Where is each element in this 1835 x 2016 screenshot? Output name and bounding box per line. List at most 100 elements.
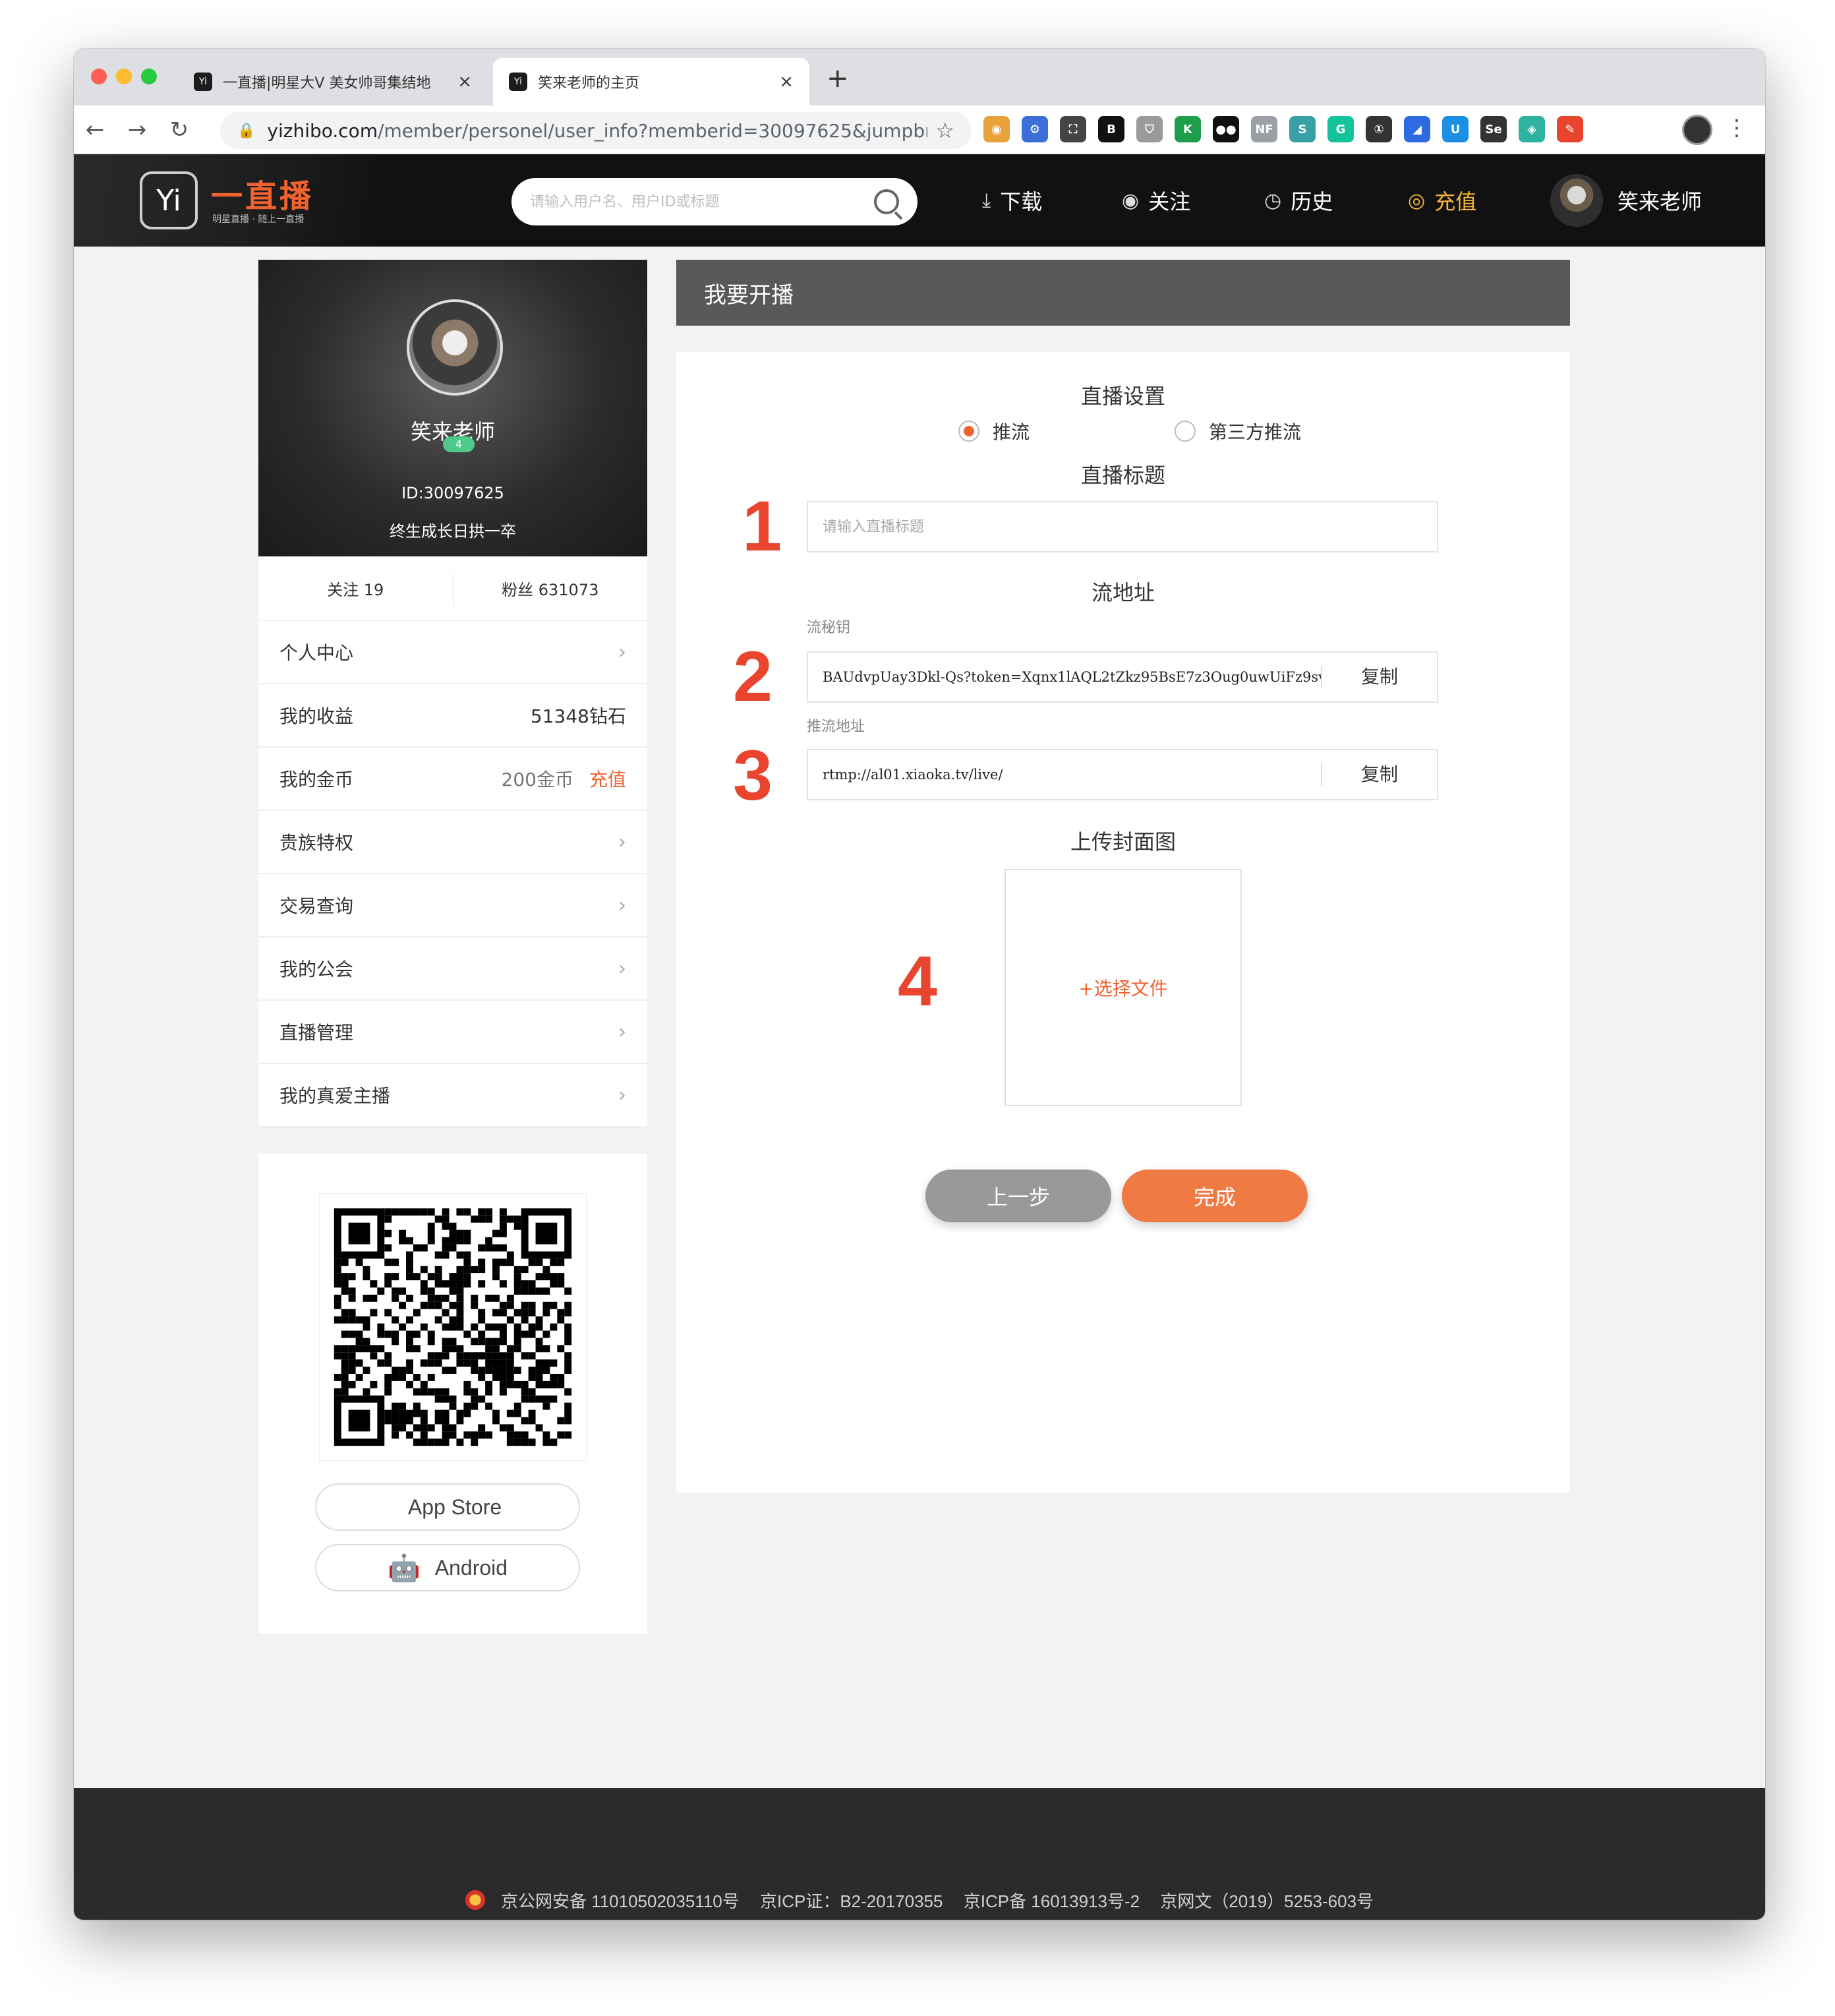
copy-push-url-button[interactable]: 复制 — [1321, 763, 1437, 786]
sidebar-item-label: 我的公会 — [279, 959, 354, 980]
close-window-button[interactable] — [91, 69, 107, 84]
extension-6-icon[interactable]: K — [1175, 116, 1201, 142]
footer-icp-record[interactable]: 京ICP备 16013913号-2 — [964, 1891, 1140, 1911]
copy-stream-key-button[interactable]: 复制 — [1321, 666, 1437, 688]
tab-yizhibo-home[interactable]: Yi 一直播|明星大V 美女帅哥集结地 × — [178, 58, 488, 105]
radio-push[interactable]: 推流 — [958, 418, 1030, 444]
nav-download[interactable]: ⤓ 下载 — [982, 154, 1042, 247]
settings-title: 直播设置 — [1080, 384, 1165, 409]
extension-1-icon[interactable]: ◉ — [983, 116, 1010, 142]
browser-profile-avatar[interactable] — [1682, 115, 1712, 145]
extension-13-icon[interactable]: U — [1442, 116, 1469, 142]
sidebar-item-privileges[interactable]: 贵族特权 › — [258, 811, 647, 874]
sidebar-item-label: 我的金币 — [279, 769, 354, 790]
nav-download-label: 下载 — [1000, 189, 1043, 214]
level-badge: 4 — [443, 436, 475, 452]
extension-5-icon[interactable]: ⛉ — [1136, 116, 1163, 142]
profile-avatar[interactable] — [407, 299, 503, 396]
search-icon[interactable] — [874, 189, 899, 214]
extensions-bar: ◉ ⚙ ⛶ B ⛉ K ●● NF S G ① ◢ U Se ◈ ✎ — [983, 116, 1583, 142]
site-logo[interactable]: Yi 一直播 明星直播 · 随上一直播 — [74, 154, 377, 247]
sidebar-item-earnings[interactable]: 我的收益 51348钻石 — [258, 684, 647, 748]
extension-2-icon[interactable]: ⚙ — [1022, 116, 1048, 142]
nav-follow[interactable]: ◉ 关注 — [1122, 154, 1190, 247]
page-content: 笑来老师 4 ID:30097625 终生成长日拱一卒 关注 19 粉丝 631… — [74, 247, 1765, 1788]
push-url-field: rtmp://al01.xiaoka.tv/live/ 复制 — [807, 749, 1438, 800]
push-url-value[interactable]: rtmp://al01.xiaoka.tv/live/ — [823, 767, 1321, 783]
download-qr-code — [319, 1193, 587, 1461]
sidebar-item-live-manage[interactable]: 直播管理 › — [258, 1001, 647, 1064]
live-form: 直播设置 推流 第三方推流 直播标题 1 流地址 — [676, 352, 1570, 1493]
forward-icon[interactable]: → — [116, 117, 158, 143]
nav-user[interactable]: 笑来老师 — [1550, 154, 1702, 247]
cover-upload-area[interactable]: +选择文件 — [1005, 869, 1242, 1106]
fans-count[interactable]: 粉丝 631073 — [453, 577, 648, 600]
close-tab-icon[interactable]: × — [779, 72, 794, 92]
footer-icp-license[interactable]: 京ICP证：B2-20170355 — [760, 1891, 943, 1911]
logo-mark: Yi — [140, 171, 198, 229]
maximize-window-button[interactable] — [141, 69, 157, 84]
tab-user-profile[interactable]: Yi 笑来老师的主页 × — [493, 58, 809, 105]
extension-4-icon[interactable]: B — [1098, 116, 1124, 142]
choose-file-button[interactable]: +选择文件 — [1078, 974, 1167, 1001]
chevron-right-icon: › — [618, 1083, 626, 1107]
extension-3-icon[interactable]: ⛶ — [1060, 116, 1086, 142]
clock-icon: ◷ — [1264, 189, 1282, 212]
nav-username: 笑来老师 — [1617, 189, 1703, 214]
site-footer: 京公网安备 11010502035110号 京ICP证：B2-20170355 … — [74, 1788, 1765, 1920]
stream-mode-group: 推流 第三方推流 — [676, 418, 1570, 444]
sidebar-item-label: 个人中心 — [279, 642, 354, 664]
push-url-label: 推流地址 — [807, 719, 865, 735]
live-title-input[interactable] — [823, 518, 1437, 535]
profile-card: 笑来老师 4 ID:30097625 终生成长日拱一卒 — [258, 260, 647, 556]
gold-recharge-link[interactable]: 充值 — [589, 765, 626, 792]
logo-text: 一直播 — [211, 178, 314, 215]
lock-icon: 🔒 — [237, 122, 256, 139]
extension-8-icon[interactable]: NF — [1251, 116, 1277, 142]
sidebar-item-personal-center[interactable]: 个人中心 › — [258, 621, 647, 684]
back-icon[interactable]: ← — [74, 117, 116, 143]
previous-step-button[interactable]: 上一步 — [925, 1170, 1111, 1222]
footer-police-record[interactable]: 京公网安备 11010502035110号 — [501, 1891, 740, 1911]
sidebar-item-transactions[interactable]: 交易查询 › — [258, 874, 647, 937]
extension-11-icon[interactable]: ① — [1366, 116, 1392, 142]
stream-key-value[interactable]: BAUdvpUay3Dkl-Qs?token=Xqnx1lAQL2tZkz95B… — [823, 669, 1321, 685]
live-title-field — [807, 501, 1438, 552]
reload-icon[interactable]: ↻ — [158, 117, 200, 143]
minimize-window-button[interactable] — [116, 69, 132, 84]
nav-recharge[interactable]: ◎ 充值 — [1408, 154, 1476, 247]
extension-14-icon[interactable]: Se — [1480, 116, 1507, 142]
browser-menu-icon[interactable]: ⋮ — [1726, 115, 1748, 141]
yizhibo-favicon-icon: Yi — [194, 73, 212, 91]
sidebar-item-gold[interactable]: 我的金币 200金币 充值 — [258, 748, 647, 811]
search-input[interactable] — [530, 193, 874, 210]
sidebar-item-favorite-anchor[interactable]: 我的真爱主播 › — [258, 1064, 647, 1127]
sidebar-item-guild[interactable]: 我的公会 › — [258, 937, 647, 1001]
step-annotation-2: 2 — [733, 636, 773, 716]
android-button[interactable]: 🤖 Android — [315, 1544, 580, 1591]
bookmark-star-icon[interactable]: ☆ — [935, 118, 954, 143]
user-avatar — [1550, 174, 1603, 227]
sidebar-item-label: 我的收益 — [279, 705, 354, 727]
close-tab-icon[interactable]: × — [457, 72, 472, 92]
extension-7-icon[interactable]: ●● — [1213, 116, 1239, 142]
extension-15-icon[interactable]: ◈ — [1519, 116, 1545, 142]
nav-history[interactable]: ◷ 历史 — [1264, 154, 1333, 247]
radio-unchecked-icon — [1175, 421, 1196, 442]
extension-10-icon[interactable]: G — [1327, 116, 1354, 142]
nav-follow-label: 关注 — [1148, 189, 1191, 214]
footer-culture-license[interactable]: 京网文（2019）5253-603号 — [1160, 1891, 1374, 1911]
app-store-button[interactable]: App Store — [315, 1483, 580, 1531]
new-tab-icon[interactable]: + — [827, 63, 849, 94]
extension-16-icon[interactable]: ✎ — [1557, 116, 1583, 142]
done-button[interactable]: 完成 — [1122, 1170, 1308, 1222]
following-count[interactable]: 关注 19 — [258, 577, 453, 600]
step-annotation-1: 1 — [742, 486, 782, 566]
radio-third-party[interactable]: 第三方推流 — [1175, 418, 1301, 444]
yizhibo-favicon-icon: Yi — [509, 73, 527, 91]
extension-12-icon[interactable]: ◢ — [1404, 116, 1430, 142]
extension-9-icon[interactable]: S — [1289, 116, 1316, 142]
eye-icon: ◉ — [1122, 189, 1140, 212]
stream-key-field: BAUdvpUay3Dkl-Qs?token=Xqnx1lAQL2tZkz95B… — [807, 651, 1438, 703]
address-bar[interactable]: 🔒 yizhibo.com /member/personel/user_info… — [220, 112, 972, 149]
